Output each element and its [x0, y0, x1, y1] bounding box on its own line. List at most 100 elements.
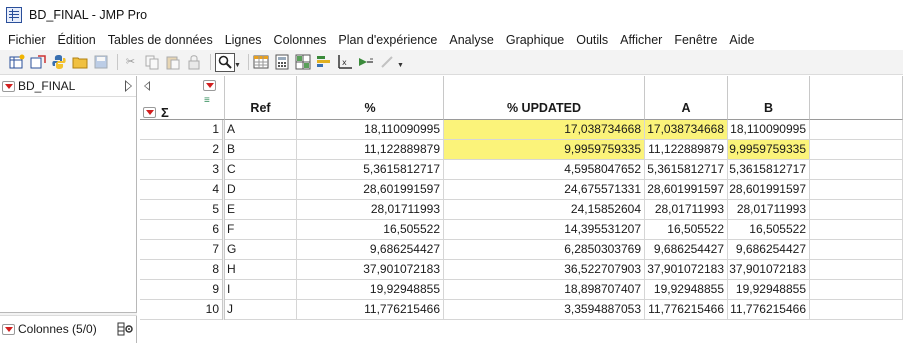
cell-empty[interactable] — [810, 140, 903, 160]
cell-pct[interactable]: 28,601991597 — [297, 180, 444, 200]
cell-pct-updated[interactable]: 3,3594887053 — [444, 300, 645, 320]
cell-a[interactable]: 11,122889879 — [645, 140, 728, 160]
cell-pct-updated[interactable]: 14,395531207 — [444, 220, 645, 240]
cell-a[interactable]: 17,038734668 — [645, 120, 728, 140]
tabulate-icon[interactable] — [295, 54, 312, 71]
cell-a[interactable]: 11,776215466 — [645, 300, 728, 320]
cell-b[interactable]: 5,3615812717 — [728, 160, 810, 180]
row-number[interactable]: 10 — [140, 300, 222, 320]
cell-pct[interactable]: 19,92948855 — [297, 280, 444, 300]
cell-a[interactable]: 37,901072183 — [645, 260, 728, 280]
cell-ref[interactable]: A — [225, 120, 297, 140]
cell-a[interactable]: 28,01711993 — [645, 200, 728, 220]
columns-menu-icon[interactable] — [203, 80, 216, 91]
cell-pct[interactable]: 11,776215466 — [297, 300, 444, 320]
menu-graphique[interactable]: Graphique — [500, 33, 570, 47]
cell-ref[interactable]: G — [225, 240, 297, 260]
data-grid-icon[interactable] — [253, 54, 270, 71]
cell-b[interactable]: 9,686254427 — [728, 240, 810, 260]
cell-empty[interactable] — [810, 160, 903, 180]
cell-empty[interactable] — [810, 260, 903, 280]
cell-b[interactable]: 19,92948855 — [728, 280, 810, 300]
cell-ref[interactable]: F — [225, 220, 297, 240]
column-header-ref[interactable]: Ref — [225, 76, 297, 120]
row-number[interactable]: 8 — [140, 260, 222, 280]
cell-ref[interactable]: D — [225, 180, 297, 200]
columns-red-triangle-icon[interactable] — [2, 323, 15, 335]
menu-tables[interactable]: Tables de données — [102, 33, 219, 47]
row-number[interactable]: 9 — [140, 280, 222, 300]
cell-pct-updated[interactable]: 17,038734668 — [444, 120, 645, 140]
cell-b[interactable]: 18,110090995 — [728, 120, 810, 140]
cell-ref[interactable]: H — [225, 260, 297, 280]
red-triangle-menu-icon[interactable] — [2, 80, 15, 92]
menu-outils[interactable]: Outils — [570, 33, 614, 47]
cell-empty[interactable] — [810, 220, 903, 240]
cell-pct-updated[interactable]: 9,9959759335 — [444, 140, 645, 160]
paste-icon[interactable] — [164, 54, 181, 71]
cell-pct-updated[interactable]: 6,2850303769 — [444, 240, 645, 260]
menu-lignes[interactable]: Lignes — [219, 33, 268, 47]
cell-pct-updated[interactable]: 24,675571331 — [444, 180, 645, 200]
cell-ref[interactable]: B — [225, 140, 297, 160]
cell-a[interactable]: 5,3615812717 — [645, 160, 728, 180]
search-icon[interactable] — [215, 52, 235, 72]
cell-ref[interactable]: J — [225, 300, 297, 320]
column-header-pct-updated[interactable]: % UPDATED — [444, 76, 645, 120]
cell-empty[interactable] — [810, 180, 903, 200]
row-number[interactable]: 1 — [140, 120, 222, 140]
cell-pct-updated[interactable]: 18,898707407 — [444, 280, 645, 300]
fit-model-icon[interactable] — [358, 54, 375, 71]
row-number[interactable]: 4 — [140, 180, 222, 200]
cell-pct[interactable]: 11,122889879 — [297, 140, 444, 160]
calculator-icon[interactable] — [274, 54, 291, 71]
graph-builder-icon[interactable]: x — [337, 54, 354, 71]
cell-pct[interactable]: 5,3615812717 — [297, 160, 444, 180]
menu-fenetre[interactable]: Fenêtre — [668, 33, 723, 47]
menu-aide[interactable]: Aide — [723, 33, 760, 47]
cell-ref[interactable]: I — [225, 280, 297, 300]
column-header-pct[interactable]: % — [297, 76, 444, 120]
cell-ref[interactable]: C — [225, 160, 297, 180]
search-dropdown-icon[interactable]: ▼ — [234, 62, 241, 69]
toolbar-overflow-icon[interactable]: ▼ — [397, 62, 404, 69]
cell-b[interactable]: 28,601991597 — [728, 180, 810, 200]
collapse-panel-icon[interactable] — [125, 80, 132, 92]
cell-empty[interactable] — [810, 120, 903, 140]
scroll-left-icon[interactable] — [144, 81, 150, 91]
cell-pct[interactable]: 9,686254427 — [297, 240, 444, 260]
cell-b[interactable]: 37,901072183 — [728, 260, 810, 280]
cell-pct[interactable]: 37,901072183 — [297, 260, 444, 280]
column-header-b[interactable]: B — [728, 76, 810, 120]
cell-pct-updated[interactable]: 24,15852604 — [444, 200, 645, 220]
menu-afficher[interactable]: Afficher — [614, 33, 668, 47]
cell-pct[interactable]: 28,01711993 — [297, 200, 444, 220]
row-number[interactable]: 7 — [140, 240, 222, 260]
cell-pct-updated[interactable]: 4,5958047652 — [444, 160, 645, 180]
panel-splitter[interactable] — [0, 312, 137, 316]
row-number[interactable]: 5 — [140, 200, 222, 220]
cell-b[interactable]: 16,505522 — [728, 220, 810, 240]
cell-empty[interactable] — [810, 280, 903, 300]
column-header-a[interactable]: A — [645, 76, 728, 120]
cell-a[interactable]: 28,601991597 — [645, 180, 728, 200]
cell-a[interactable]: 9,686254427 — [645, 240, 728, 260]
menu-analyse[interactable]: Analyse — [443, 33, 499, 47]
row-number[interactable]: 2 — [140, 140, 222, 160]
row-number[interactable]: 3 — [140, 160, 222, 180]
copy-icon[interactable] — [143, 54, 160, 71]
column-settings-icon[interactable] — [117, 322, 133, 339]
cut-icon[interactable]: ✂ — [122, 54, 139, 71]
lock-icon[interactable] — [185, 54, 202, 71]
script-icon[interactable] — [379, 54, 396, 71]
row-number[interactable]: 6 — [140, 220, 222, 240]
cell-b[interactable]: 9,9959759335 — [728, 140, 810, 160]
folder-icon[interactable] — [71, 54, 88, 71]
cell-empty[interactable] — [810, 240, 903, 260]
cell-pct[interactable]: 16,505522 — [297, 220, 444, 240]
cell-b[interactable]: 11,776215466 — [728, 300, 810, 320]
cell-pct-updated[interactable]: 36,522707903 — [444, 260, 645, 280]
new-table-icon[interactable] — [8, 54, 25, 71]
menu-colonnes[interactable]: Colonnes — [268, 33, 333, 47]
cell-a[interactable]: 16,505522 — [645, 220, 728, 240]
